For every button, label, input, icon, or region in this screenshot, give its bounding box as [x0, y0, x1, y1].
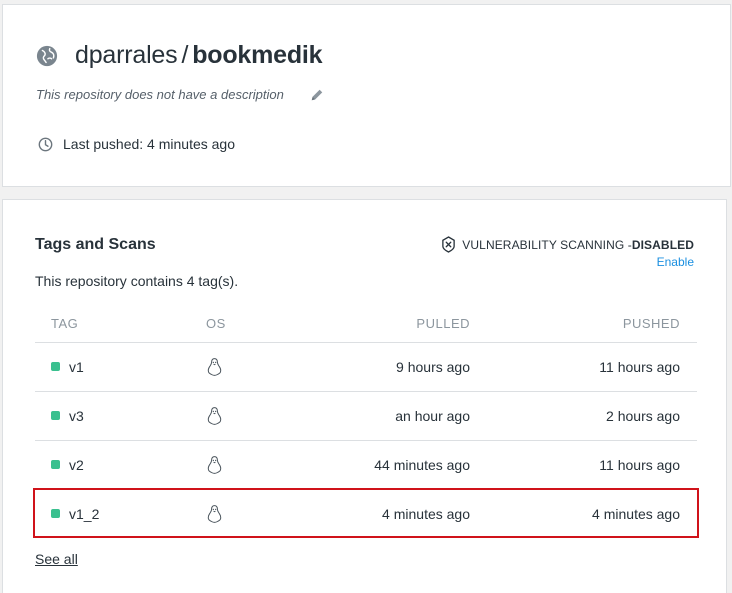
pulled-cell: 44 minutes ago — [306, 440, 470, 490]
pushed-cell: 2 hours ago — [470, 391, 697, 441]
repo-description: This repository does not have a descript… — [36, 87, 284, 102]
linux-icon — [207, 357, 222, 376]
tag-status-dot — [51, 460, 60, 469]
tags-section-title: Tags and Scans — [35, 236, 156, 253]
table-row[interactable]: v1_2 4 minutes ago 4 minutes ago — [35, 489, 697, 538]
table-header-row: TAG OS PULLED PUSHED — [35, 305, 697, 343]
tag-status-dot — [51, 411, 60, 420]
repo-description-row: This repository does not have a descript… — [36, 87, 324, 102]
tag-name[interactable]: v1 — [69, 359, 84, 375]
tags-count-text: This repository contains 4 tag(s). — [35, 273, 239, 289]
page-title: dparrales / bookmedik — [75, 41, 323, 70]
repo-name: bookmedik — [192, 41, 323, 69]
vulnerability-scanning-status: VULNERABILITY SCANNING - DISABLED Enable — [441, 236, 694, 269]
vulnerability-status: DISABLED — [631, 237, 694, 252]
tag-name[interactable]: v1_2 — [69, 506, 99, 522]
linux-icon — [207, 406, 222, 425]
table-row[interactable]: v3 an hour ago 2 hours ago — [35, 391, 697, 441]
os-cell — [206, 440, 306, 490]
pushed-cell: 11 hours ago — [470, 342, 697, 392]
pushed-cell: 11 hours ago — [470, 440, 697, 490]
tag-cell: v2 — [35, 440, 206, 490]
os-cell — [206, 391, 306, 441]
repo-owner-link[interactable]: dparrales — [75, 41, 178, 69]
tag-cell: v3 — [35, 391, 206, 441]
tags-and-scans-card: Tags and Scans VULNERABILITY SCANNING - … — [2, 199, 727, 593]
vulnerability-label: VULNERABILITY SCANNING - — [462, 237, 632, 252]
linux-icon — [207, 455, 222, 474]
pulled-cell: an hour ago — [306, 391, 470, 441]
tag-name[interactable]: v3 — [69, 408, 84, 424]
linux-icon — [207, 504, 222, 523]
globe-icon — [36, 45, 58, 66]
clock-icon — [38, 137, 53, 151]
pulled-cell: 4 minutes ago — [382, 505, 470, 522]
vulnerability-status-row: VULNERABILITY SCANNING - DISABLED — [441, 236, 694, 253]
tag-name[interactable]: v2 — [69, 457, 84, 473]
last-pushed-row: Last pushed: 4 minutes ago — [38, 136, 235, 152]
pencil-icon[interactable] — [310, 88, 324, 102]
shield-x-icon — [442, 236, 456, 253]
tags-table: TAG OS PULLED PUSHED v1 9 hours ago 11 h… — [35, 305, 697, 538]
tag-cell: v1 — [35, 342, 206, 392]
repo-title-row: dparrales / bookmedik — [36, 41, 323, 70]
column-header-tag: TAG — [35, 305, 206, 343]
os-cell — [206, 489, 306, 538]
pushed-cell: 4 minutes ago — [592, 505, 680, 522]
column-header-pulled: PULLED — [306, 305, 470, 343]
last-pushed-text: Last pushed: 4 minutes ago — [63, 136, 236, 152]
table-row[interactable]: v1 9 hours ago 11 hours ago — [35, 342, 697, 392]
column-header-pushed: PUSHED — [470, 305, 697, 343]
column-header-os: OS — [206, 305, 306, 343]
repo-title-separator: / — [181, 41, 189, 69]
table-row[interactable]: v2 44 minutes ago 11 hours ago — [35, 440, 697, 490]
pulled-cell: 9 hours ago — [306, 342, 470, 392]
tag-cell: v1_2 — [35, 489, 206, 538]
os-cell — [206, 342, 306, 392]
repository-header-card: dparrales / bookmedik This repository does… — [2, 4, 731, 187]
tag-status-dot — [51, 362, 60, 371]
enable-scanning-link[interactable]: Enable — [441, 255, 694, 269]
tag-status-dot — [51, 509, 60, 519]
see-all-link[interactable]: See all — [35, 551, 78, 567]
